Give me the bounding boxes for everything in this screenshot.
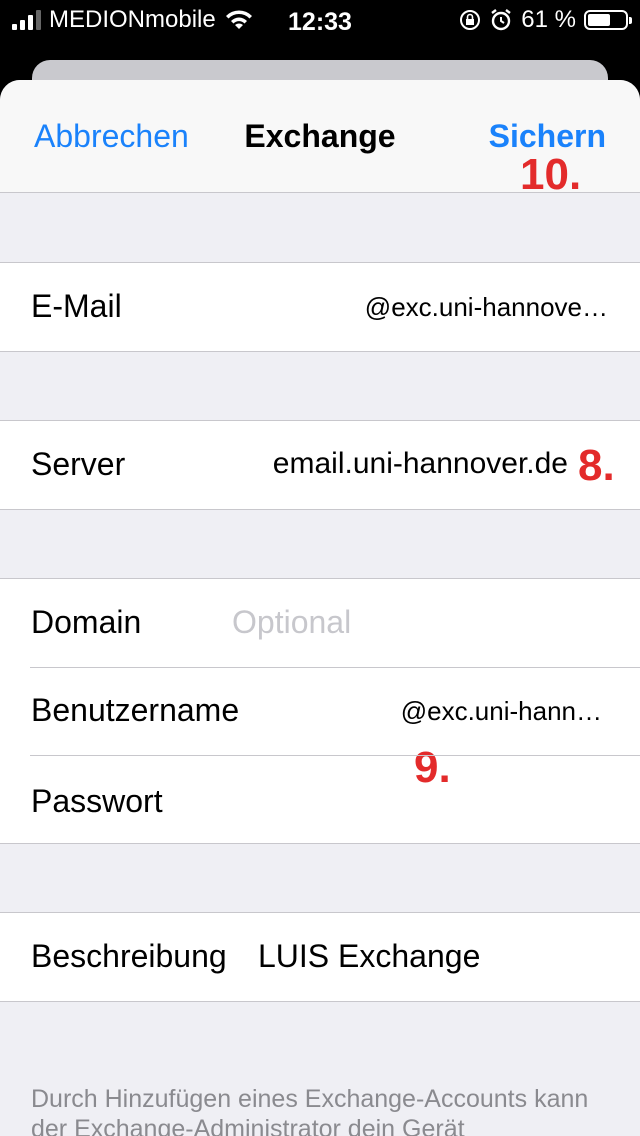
description-row[interactable]: Beschreibung LUIS Exchange <box>0 913 640 1001</box>
description-group: Beschreibung LUIS Exchange <box>0 912 640 1002</box>
alarm-icon <box>491 9 512 31</box>
battery-percent: 61 % <box>521 6 576 33</box>
domain-field[interactable]: Optional <box>232 604 351 641</box>
password-label: Passwort <box>31 783 163 819</box>
domain-row[interactable]: Domain Optional <box>0 579 640 667</box>
server-row[interactable]: Server email.uni-hannover.de 8. <box>0 421 640 509</box>
cancel-button[interactable]: Abbrechen <box>34 118 189 155</box>
password-row[interactable]: Passwort <box>0 755 640 843</box>
domain-label: Domain <box>31 604 142 640</box>
server-field[interactable]: email.uni-hannover.de <box>273 447 568 481</box>
annotation-server-step: 8. <box>578 441 615 490</box>
annotation-save-step: 10. <box>520 150 582 199</box>
navigation-bar: Abbrechen Exchange Sichern 10. <box>0 80 640 199</box>
status-right: 61 % <box>459 6 632 34</box>
email-group: E-Mail @exc.uni-hannove… <box>0 262 640 352</box>
description-field[interactable]: LUIS Exchange <box>258 938 480 975</box>
server-label: Server <box>31 446 126 482</box>
email-field[interactable]: @exc.uni-hannove… <box>365 292 608 323</box>
rotation-lock-icon <box>460 10 481 30</box>
status-bar: MEDIONmobile 12:33 61 % <box>0 0 640 42</box>
username-field[interactable]: @exc.uni-hann… <box>401 696 602 727</box>
credentials-group: Domain Optional Benutzername @exc.uni-ha… <box>0 578 640 844</box>
email-row[interactable]: E-Mail @exc.uni-hannove… <box>0 263 640 351</box>
exchange-sheet: Abbrechen Exchange Sichern 10. E-Mail @e… <box>0 80 640 1136</box>
description-label: Beschreibung <box>31 938 227 974</box>
email-label: E-Mail <box>31 288 122 324</box>
server-group: Server email.uni-hannover.de 8. <box>0 420 640 510</box>
username-row[interactable]: Benutzername @exc.uni-hann… 9. <box>0 667 640 792</box>
battery-icon <box>584 10 632 30</box>
battery-fill <box>588 14 610 26</box>
footer-note: Durch Hinzufügen eines Exchange-Accounts… <box>31 1085 589 1136</box>
username-label: Benutzername <box>31 692 240 728</box>
